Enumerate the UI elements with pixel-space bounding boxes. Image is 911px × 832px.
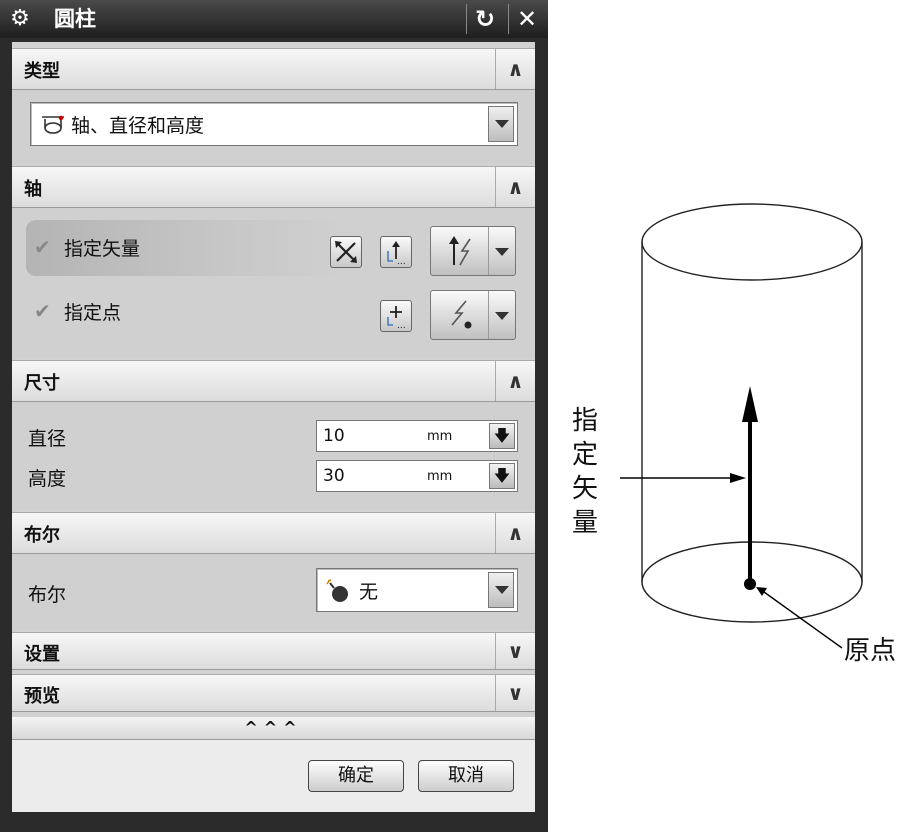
section-header-boolean[interactable]: 布尔 ∧ xyxy=(12,512,535,554)
section-body-boolean: 布尔 无 xyxy=(12,554,535,630)
bomb-icon xyxy=(326,579,348,602)
reverse-direction-icon xyxy=(335,241,357,263)
chevron-down-icon[interactable] xyxy=(488,106,514,142)
point-dialog-icon: ... xyxy=(387,306,406,331)
more-options-strip[interactable]: ^^^ xyxy=(12,717,535,740)
section-body-type: 轴、直径和高度 xyxy=(12,90,535,164)
reset-icon[interactable]: ↻ xyxy=(466,4,503,34)
expand-icon[interactable]: ∨ xyxy=(495,633,535,669)
arrow-down-icon[interactable]: 🡇 xyxy=(489,423,515,449)
collapse-icon[interactable]: ∧ xyxy=(495,49,535,89)
height-unit: mm xyxy=(427,469,453,484)
svg-text:...: ... xyxy=(397,257,406,267)
title-bar: ⚙ 圆柱 ↻ ✕ xyxy=(0,0,548,38)
chevron-down-icon[interactable] xyxy=(488,291,515,339)
gear-icon[interactable]: ⚙ xyxy=(8,7,32,31)
boolean-select[interactable]: 无 xyxy=(316,568,518,612)
boolean-select-value: 无 xyxy=(359,581,379,603)
section-header-axis[interactable]: 轴 ∧ xyxy=(12,166,535,208)
vector-callout: 指 定 矢 量 xyxy=(572,406,599,538)
ok-button[interactable]: 确定 xyxy=(308,760,404,792)
diameter-unit: mm xyxy=(427,429,453,444)
origin-callout: 原点 xyxy=(844,636,897,666)
expand-icon[interactable]: ∨ xyxy=(495,675,535,711)
diameter-label: 直径 xyxy=(28,428,67,450)
vector-dialog-button[interactable]: ... xyxy=(380,236,412,268)
check-icon: ✔ xyxy=(34,235,51,259)
dialog-content: 类型 ∧ 轴、直径和高度 轴 ∧ ✔ 指定矢量 ... ✔ 指定点 ... 尺寸… xyxy=(12,42,535,812)
point-dialog-button[interactable]: ... xyxy=(380,300,412,332)
section-title-axis: 轴 xyxy=(24,179,42,200)
type-select[interactable]: 轴、直径和高度 xyxy=(30,102,518,146)
chevron-down-icon[interactable] xyxy=(488,572,514,608)
section-header-settings[interactable]: 设置 ∨ xyxy=(12,632,535,670)
boolean-label: 布尔 xyxy=(28,584,67,606)
section-title-boolean: 布尔 xyxy=(24,525,60,546)
section-title-preview: 预览 xyxy=(24,686,60,707)
type-select-value: 轴、直径和高度 xyxy=(71,115,205,137)
vector-type-split-button[interactable] xyxy=(430,226,516,276)
height-label: 高度 xyxy=(28,468,67,490)
arrow-down-icon[interactable]: 🡇 xyxy=(489,463,515,489)
inferred-point-icon[interactable] xyxy=(431,291,489,339)
section-title-dimensions: 尺寸 xyxy=(24,373,60,394)
section-header-type[interactable]: 类型 ∧ xyxy=(12,48,535,90)
height-value: 30 xyxy=(323,466,345,486)
chevron-down-icon[interactable] xyxy=(488,227,515,275)
diameter-value: 10 xyxy=(323,426,345,446)
check-icon: ✔ xyxy=(34,299,51,323)
cylinder-dialog: ⚙ 圆柱 ↻ ✕ 类型 ∧ 轴、直径和高度 轴 ∧ ✔ 指定矢量 ... ✔ 指… xyxy=(0,0,548,832)
cylinder-drawing xyxy=(620,203,863,649)
height-input[interactable]: 30 mm 🡇 xyxy=(316,460,518,492)
diameter-input[interactable]: 10 mm 🡇 xyxy=(316,420,518,452)
section-title-settings: 设置 xyxy=(24,644,60,665)
section-header-dimensions[interactable]: 尺寸 ∧ xyxy=(12,360,535,402)
section-body-axis: ✔ 指定矢量 ... ✔ 指定点 ... xyxy=(12,208,535,358)
section-header-preview[interactable]: 预览 ∨ xyxy=(12,674,535,712)
collapse-icon[interactable]: ∧ xyxy=(495,167,535,207)
vector-dialog-icon: ... xyxy=(387,241,406,267)
vector-label: 指定矢量 xyxy=(64,238,141,260)
cancel-button[interactable]: 取消 xyxy=(418,760,514,792)
section-title-type: 类型 xyxy=(24,61,60,82)
point-label: 指定点 xyxy=(64,302,122,324)
cylinder-diagram: 指 定 矢 量 原点 xyxy=(560,190,911,690)
point-type-split-button[interactable] xyxy=(430,290,516,340)
cylinder-type-icon xyxy=(42,115,64,134)
close-icon[interactable]: ✕ xyxy=(508,4,545,34)
collapse-icon[interactable]: ∧ xyxy=(495,361,535,401)
dialog-footer: 确定 取消 xyxy=(12,740,535,812)
inferred-vector-icon[interactable] xyxy=(431,227,489,275)
reverse-direction-button[interactable] xyxy=(330,236,362,268)
collapse-icon[interactable]: ∧ xyxy=(495,513,535,553)
dialog-title: 圆柱 xyxy=(54,7,96,31)
svg-text:...: ... xyxy=(397,321,406,331)
section-body-dimensions: 直径 10 mm 🡇 高度 30 mm 🡇 xyxy=(12,402,535,510)
